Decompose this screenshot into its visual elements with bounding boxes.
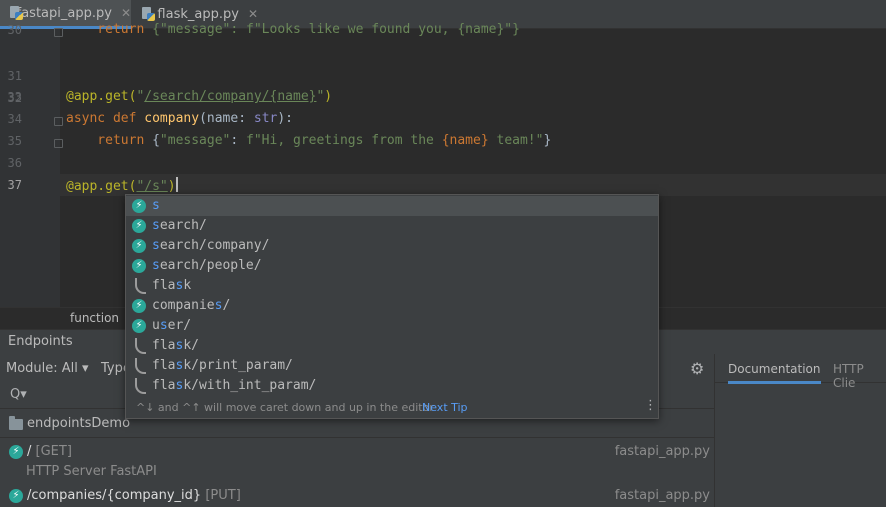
endpoint-file: fastapi_app.py [614, 444, 710, 459]
code-line-34: async def company(name: str): [66, 111, 294, 126]
fastapi-bolt-icon: ⚡ [132, 219, 146, 233]
breadcrumb-item[interactable]: function [70, 311, 119, 325]
endpoint-row[interactable]: ⚡ /companies/{company_id} [PUT] fastapi_… [0, 486, 714, 507]
fastapi-bolt-icon: ⚡ [132, 299, 146, 313]
flask-icon [132, 358, 146, 374]
endpoints-list: endpointsDemo ⚡ / [GET] fastapi_app.py H… [0, 409, 714, 507]
module-filter-dropdown[interactable]: Module: All ▾ [6, 361, 89, 376]
line-number: 34 [7, 112, 22, 126]
line-number: 33 [7, 90, 22, 104]
search-icon[interactable]: Q▾ [10, 387, 27, 402]
python-file-icon [10, 6, 19, 20]
fold-icon[interactable] [54, 117, 63, 126]
line-number-gutter: 30 31 32 33 34 35 36 37 [0, 23, 63, 307]
completion-text: user/ [152, 318, 192, 333]
close-icon[interactable]: ✕ [248, 7, 258, 21]
tab-http-client[interactable]: HTTP Clie [833, 362, 886, 390]
completion-item[interactable]: flask/with_int_param/ [126, 376, 658, 396]
more-options-icon[interactable]: ⋮ [644, 398, 657, 413]
code-line-33: @app.get("/search/company/{name}") [66, 89, 333, 104]
python-file-icon [142, 7, 156, 21]
hint-text: ^↓ and ^↑ will move caret down and up in… [136, 401, 434, 414]
fastapi-bolt-icon: ⚡ [132, 319, 146, 333]
endpoint-path: / [GET] [27, 444, 72, 459]
tab-label: fastapi_app.py [16, 5, 112, 21]
completion-text: search/people/ [152, 258, 262, 273]
completion-item[interactable]: ⚡ user/ [126, 316, 658, 336]
tab-documentation[interactable]: Documentation [728, 362, 821, 384]
completion-text: flask/ [152, 338, 199, 353]
fold-icon[interactable] [54, 139, 63, 148]
next-tip-link[interactable]: Next Tip [422, 401, 468, 414]
completion-item[interactable]: flask/ [126, 336, 658, 356]
completion-text: companies/ [152, 298, 231, 313]
line-number: 35 [7, 134, 22, 148]
code-line-35: return {"message": f"Hi, greetings from … [66, 133, 552, 148]
completion-item[interactable]: ⚡ s [126, 196, 658, 216]
endpoint-path: /companies/{company_id} [PUT] [27, 488, 241, 503]
code-line-30: return {"message": f"Looks like we found… [66, 22, 520, 37]
flask-icon [132, 338, 146, 354]
tab-label: flask_app.py [157, 6, 239, 22]
completion-item[interactable]: ⚡ search/people/ [126, 256, 658, 276]
panel-title: Endpoints [8, 334, 73, 349]
divider [0, 437, 714, 438]
completion-item[interactable]: flask [126, 276, 658, 296]
text-caret [175, 177, 178, 192]
completion-text: search/company/ [152, 238, 270, 253]
completion-item[interactable]: ⚡ search/company/ [126, 236, 658, 256]
completion-text: s [152, 198, 160, 213]
folder-icon [9, 416, 23, 430]
code-line-37: @app.get("/s") [66, 177, 178, 194]
fastapi-bolt-icon: ⚡ [9, 445, 23, 459]
line-number: 30 [7, 23, 22, 37]
fastapi-bolt-icon: ⚡ [132, 259, 146, 273]
endpoint-row[interactable]: ⚡ / [GET] fastapi_app.py HTTP Server Fas… [0, 442, 714, 482]
completion-text: flask [152, 278, 192, 293]
completion-hint-bar: ^↓ and ^↑ will move caret down and up in… [126, 395, 658, 419]
endpoint-file: fastapi_app.py [614, 488, 710, 503]
group-label: endpointsDemo [27, 416, 131, 431]
completion-text: flask/print_param/ [152, 358, 293, 373]
completion-text: flask/with_int_param/ [152, 378, 317, 393]
line-number: 36 [7, 156, 22, 170]
completion-item[interactable]: ⚡ search/ [126, 216, 658, 236]
fastapi-bolt-icon: ⚡ [132, 199, 146, 213]
completion-item[interactable]: flask/print_param/ [126, 356, 658, 376]
code-completion-popup: ⚡ s ⚡ search/ ⚡ search/company/ ⚡ search… [125, 194, 659, 419]
line-number: 31 [7, 69, 22, 83]
fastapi-bolt-icon: ⚡ [132, 239, 146, 253]
right-panel-tabs: Documentation HTTP Clie [715, 354, 886, 390]
fold-icon[interactable] [54, 28, 63, 37]
flask-icon [132, 378, 146, 394]
flask-icon [132, 278, 146, 294]
documentation-panel: Documentation HTTP Clie [714, 354, 886, 507]
endpoint-framework: HTTP Server FastAPI [26, 464, 157, 479]
fastapi-bolt-icon: ⚡ [9, 489, 23, 503]
line-number: 37 [7, 178, 22, 192]
close-icon[interactable]: ✕ [121, 6, 131, 20]
completion-item[interactable]: ⚡ companies/ [126, 296, 658, 316]
gear-icon[interactable]: ⚙ [690, 359, 704, 378]
completion-text: search/ [152, 218, 207, 233]
